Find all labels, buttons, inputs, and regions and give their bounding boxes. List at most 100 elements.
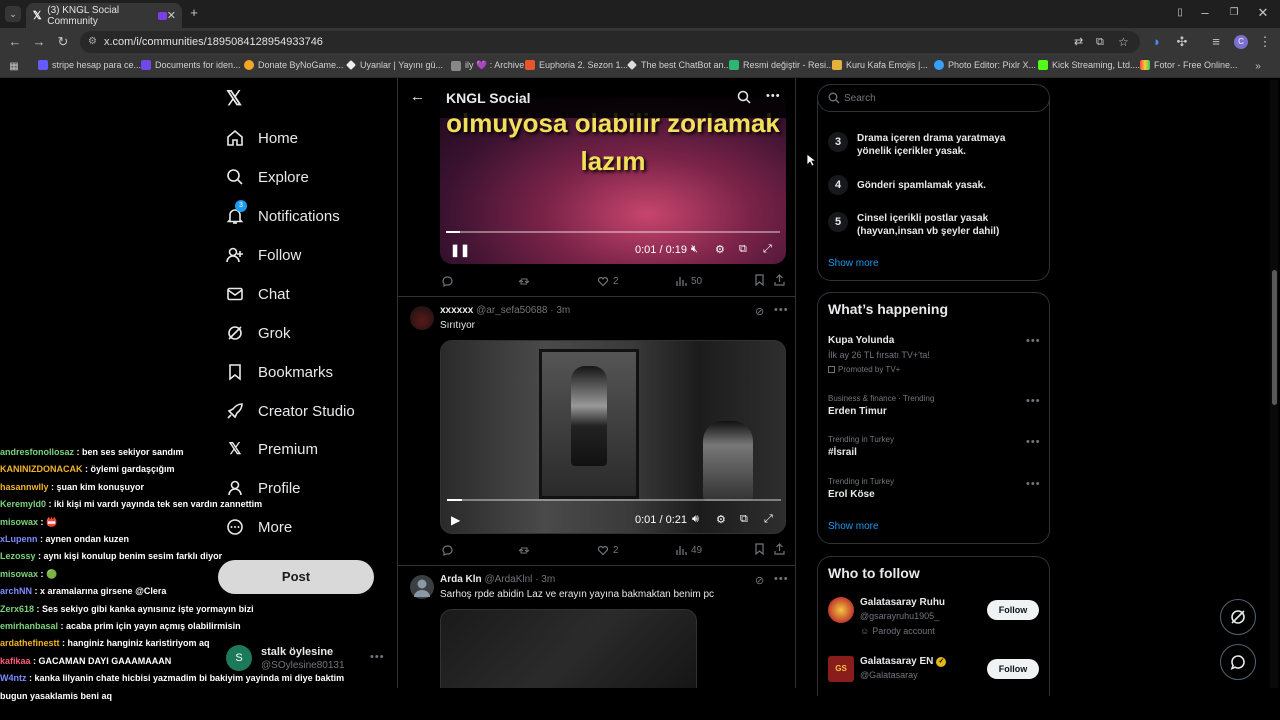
pip-icon[interactable]: ⧉ [740, 513, 748, 526]
follow-button[interactable]: Follow [987, 659, 1039, 679]
pip-icon[interactable]: ⧉ [739, 243, 747, 256]
translate-icon[interactable]: ⇄ [1074, 31, 1083, 53]
chat-username[interactable]: xLupenn [0, 534, 38, 544]
chat-username[interactable]: misowax [0, 517, 38, 527]
play-icon[interactable]: ▶ [451, 513, 460, 527]
mute-icon[interactable]: 🔇︎ [691, 243, 698, 256]
video-player[interactable]: ▶ 0:01 / 0:21 🔊︎ ⚙ ⧉ ⤢ [440, 340, 786, 534]
bookmark-item[interactable]: Documents for iden... [141, 60, 241, 70]
chat-username[interactable]: archNN [0, 586, 32, 596]
chat-username[interactable]: ardathefinestt [0, 638, 60, 648]
rules-show-more-link[interactable]: Show more [828, 258, 879, 269]
avatar[interactable]: GS [828, 656, 854, 682]
repost-button[interactable] [518, 275, 534, 287]
bookmark-item[interactable]: Fotor - Free Online... [1140, 60, 1238, 70]
volume-icon[interactable]: 🔊︎ [692, 513, 699, 526]
site-info-icon[interactable]: ⚙ [88, 31, 97, 53]
grok-fab[interactable] [1220, 599, 1256, 635]
bookmark-item[interactable]: Kuru Kafa Emojis |... [832, 60, 928, 70]
account-name-row[interactable]: Galatasaray EN ✓ [860, 656, 947, 667]
bookmark-item[interactable]: Resmi değiştir - Resi... [729, 60, 834, 70]
views-button[interactable]: 49 [675, 544, 702, 556]
bookmark-icon[interactable] [754, 274, 765, 289]
install-app-icon[interactable]: ⧉ [1096, 31, 1104, 53]
share-icon[interactable] [774, 543, 785, 558]
chat-username[interactable]: kafikaa [0, 656, 31, 666]
post-age[interactable]: 3m [556, 305, 570, 316]
author-handle[interactable]: @ar_sefa50688 [476, 305, 547, 316]
like-button[interactable]: 2 [597, 275, 619, 287]
author-handle[interactable]: @ArdaKlnl [484, 574, 532, 585]
views-button[interactable]: 50 [675, 275, 702, 287]
reply-button[interactable] [441, 275, 457, 287]
bookmark-item[interactable]: ily 💜 : Archive [451, 60, 524, 71]
more-icon[interactable]: ••• [766, 90, 781, 102]
window-close-icon[interactable]: ✕ [1255, 6, 1271, 20]
nav-home[interactable]: Home [226, 125, 298, 151]
avatar[interactable] [410, 575, 434, 599]
share-icon[interactable] [774, 274, 785, 289]
post-more-icon[interactable]: ••• [774, 304, 789, 316]
page-scrollbar[interactable] [1270, 80, 1278, 688]
x-logo-icon[interactable]: 𝕏 [226, 89, 246, 109]
browser-tab[interactable]: 𝕏 (3) KNGL Social Community ✕ [26, 3, 182, 28]
account-name[interactable]: Galatasaray Ruhu [860, 597, 945, 608]
chat-username[interactable]: W4ntz [0, 673, 27, 683]
follow-button[interactable]: Follow [987, 600, 1039, 620]
avatar[interactable] [828, 597, 854, 623]
forward-icon[interactable]: → [31, 35, 47, 49]
bookmark-item[interactable]: Photo Editor: Pixlr X... [934, 60, 1036, 70]
chat-username[interactable]: hasannwlly [0, 482, 49, 492]
back-arrow-icon[interactable]: ← [410, 88, 425, 105]
media-control-icon[interactable]: ≡ [1208, 35, 1224, 49]
restore-down-icon[interactable]: ▯ [1172, 6, 1188, 20]
url-field[interactable]: ⚙ x.com/i/communities/189508412895493374… [80, 31, 1140, 53]
settings-gear-icon[interactable]: ⚙ [715, 243, 725, 256]
bookmark-item[interactable]: Donate ByNoGame... [244, 60, 344, 70]
new-tab-icon[interactable]: + [186, 6, 202, 20]
bookmark-item[interactable]: The best ChatBot an... [627, 60, 731, 70]
grok-icon[interactable]: ⊘ [755, 305, 764, 318]
reload-icon[interactable]: ↻ [55, 35, 71, 49]
pause-icon[interactable]: ❚❚ [450, 243, 470, 257]
nav-creator-studio[interactable]: Creator Studio [226, 398, 355, 424]
more-bookmarks-icon[interactable]: » [1250, 60, 1266, 74]
scrollbar-thumb[interactable] [1272, 270, 1277, 405]
nav-follow[interactable]: Follow [226, 242, 301, 268]
video-player[interactable]: olmuyosa olabilir zorlamak lazım ❚❚ 0:01… [440, 98, 786, 264]
chat-username[interactable]: andresfonollosaz [0, 447, 74, 457]
settings-gear-icon[interactable]: ⚙ [716, 513, 726, 526]
trend-more-icon[interactable]: ••• [1026, 395, 1041, 407]
account-menu-icon[interactable]: ••• [370, 651, 385, 663]
fullscreen-icon[interactable]: ⤢ [763, 243, 772, 256]
chat-username[interactable]: Keremyld0 [0, 499, 46, 509]
apps-grid-icon[interactable]: ▦ [6, 60, 22, 74]
chat-username[interactable]: misowax [0, 569, 38, 579]
nav-chat[interactable]: Chat [226, 281, 290, 307]
author-name[interactable]: Arda Kln [440, 574, 482, 585]
trend-title[interactable]: #İsrail [828, 447, 857, 458]
nav-bookmarks[interactable]: Bookmarks [226, 359, 333, 385]
profile-avatar-icon[interactable]: C [1234, 35, 1248, 49]
post-more-icon[interactable]: ••• [774, 573, 789, 585]
bookmark-item[interactable]: stripe hesap para ce... [38, 60, 141, 70]
tab-search-icon[interactable]: ⌄ [5, 6, 21, 22]
chrome-menu-icon[interactable]: ⋮ [1257, 35, 1273, 49]
trends-show-more-link[interactable]: Show more [828, 521, 879, 532]
post-age[interactable]: 3m [541, 574, 555, 585]
bookmark-icon[interactable] [754, 543, 765, 558]
fullscreen-icon[interactable]: ⤢ [764, 513, 773, 526]
extensions-puzzle-icon[interactable]: ✣ [1174, 35, 1190, 49]
minimize-icon[interactable]: – [1197, 6, 1213, 20]
chat-username[interactable]: emirhanbasal [0, 621, 58, 631]
trend-title[interactable]: Erol Köse [828, 489, 875, 500]
nav-grok[interactable]: Grok [226, 320, 291, 346]
chat-username[interactable]: Zerx618 [0, 604, 34, 614]
bookmark-item[interactable]: Uyanlar | Yayını gü... [346, 60, 443, 70]
bookmark-star-icon[interactable]: ☆ [1118, 31, 1129, 53]
messages-fab[interactable] [1220, 644, 1256, 680]
grok-icon[interactable]: ⊘ [755, 574, 764, 587]
bookmark-item[interactable]: Euphoria 2. Sezon 1... [525, 60, 628, 70]
avatar[interactable] [410, 306, 434, 330]
trend-title[interactable]: Kupa Yolunda [828, 335, 894, 346]
